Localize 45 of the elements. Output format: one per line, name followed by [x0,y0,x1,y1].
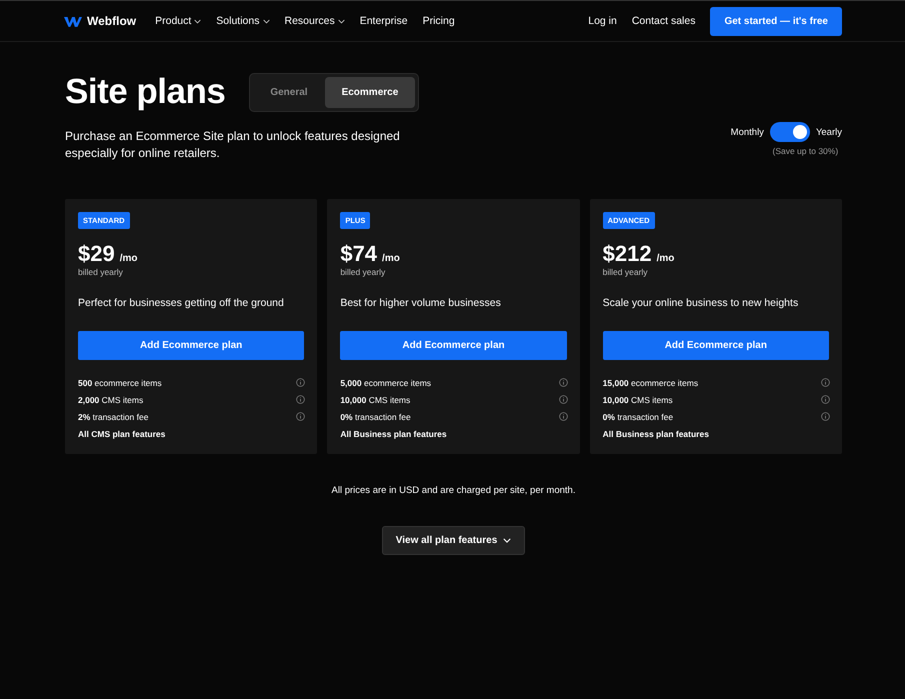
feature-text: All Business plan features [602,428,709,438]
nav-link[interactable]: Enterprise [360,15,408,27]
nav-link[interactable]: Resources [284,15,345,27]
billing-text: billed yearly [602,267,648,277]
billing-text: billed yearly [78,267,123,277]
nav-link[interactable]: Product [155,15,202,27]
plan-price: $212 [602,241,652,267]
tab[interactable]: Ecommerce [324,76,416,108]
feature-text: 500 ecommerce items [78,378,162,388]
savings-note: (Save up to 30%) [772,146,838,156]
feature-text: All Business plan features [340,428,447,438]
feature-text: 2,000 CMS items [78,394,144,404]
feature-text: 10,000 CMS items [340,394,410,404]
nav-link[interactable]: Log in [588,15,617,27]
pricing-footnote: All prices are in USD and are charged per site, per month. [330,485,576,496]
monthly-label: Monthly [730,126,764,138]
feature-text: 2% transaction fee [78,412,148,422]
intro-text: Purchase an Ecommerce Site plan to unlock features designed especially for online retailers. [65,128,401,162]
nav-link[interactable]: Pricing [422,15,455,27]
feature-text: 15,000 ecommerce items [602,378,698,388]
plan-tagline: Perfect for businesses getting off the ground [78,297,284,309]
view-features-button[interactable]: View all plan features [382,526,526,555]
plan-price: $74 [340,241,378,267]
price-unit: /mo [120,253,138,264]
feature-text: 5,000 ecommerce items [340,378,432,388]
billing-text: billed yearly [340,267,386,277]
feature-text: All CMS plan features [78,428,166,438]
plan-tagline: Best for higher volume businesses [340,297,501,309]
tab[interactable]: General [253,76,325,108]
feature-text: 0% transaction fee [602,412,674,422]
brand-name[interactable]: Webflow [87,14,136,28]
page-title: Site plans [65,72,226,112]
add-plan-button[interactable]: Add Ecommerce plan [78,331,304,360]
feature-text: 10,000 CMS items [602,394,673,404]
add-plan-button[interactable]: Add Ecommerce plan [602,331,829,360]
price-unit: /mo [382,253,400,264]
plan-price: $29 [78,241,115,267]
feature-text: 0% transaction fee [340,412,411,422]
get-started-button[interactable]: Get started — it's free [710,6,842,36]
nav-link[interactable]: Solutions [216,15,270,27]
plan-tagline: Scale your online business to new heights [602,297,798,309]
nav-link[interactable]: Contact sales [632,15,696,27]
yearly-label: Yearly [816,126,842,138]
add-plan-button[interactable]: Add Ecommerce plan [340,331,567,360]
price-unit: /mo [656,253,674,264]
